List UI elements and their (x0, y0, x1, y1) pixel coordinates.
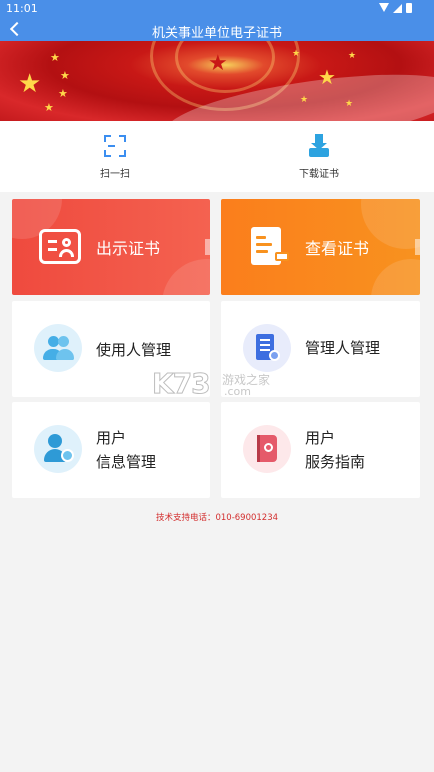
star-icon: ★ (60, 69, 70, 82)
status-time: 11:01 (6, 2, 38, 15)
user-info-line-1: 用户 (96, 429, 127, 447)
banner-image: ★ ★ ★ ★ ★ ★ ★ ★ ★ ★ ★ (0, 41, 434, 121)
star-icon: ★ (18, 69, 42, 99)
watermark-domain: .com (224, 385, 251, 398)
battery-icon (406, 3, 412, 13)
status-icons (379, 3, 412, 13)
star-icon: ★ (318, 65, 336, 89)
show-certificate-label: 出示证书 (96, 239, 161, 258)
card-side-tab (415, 239, 420, 255)
service-guide-line-1: 用户 (305, 429, 336, 447)
wifi-icon (379, 3, 389, 13)
view-certificate-card[interactable]: 查看证书 (221, 199, 420, 295)
users-icon (34, 324, 82, 372)
id-card-icon (39, 229, 81, 264)
card-decoration (162, 259, 210, 295)
watermark-logo: K73 (152, 367, 212, 401)
scan-icon (102, 133, 128, 159)
service-guide-label: 用户 服务指南 (305, 426, 365, 474)
service-guide-card[interactable]: 用户 服务指南 (221, 402, 420, 498)
star-icon: ★ (208, 51, 228, 76)
star-icon: ★ (50, 51, 60, 64)
admin-management-label: 管理人管理 (305, 339, 381, 357)
user-info-label: 用户 信息管理 (96, 426, 156, 474)
card-side-tab (205, 239, 210, 255)
manager-icon (243, 324, 291, 372)
view-certificate-label: 查看证书 (305, 239, 370, 258)
service-guide-line-2: 服务指南 (305, 453, 366, 471)
nav-bar: 机关事业单位电子证书 (0, 18, 434, 41)
status-bar: 11:01 (0, 0, 434, 18)
star-icon: ★ (58, 87, 68, 100)
star-icon: ★ (300, 95, 309, 105)
show-certificate-card[interactable]: 出示证书 (12, 199, 210, 295)
user-info-line-2: 信息管理 (96, 453, 157, 471)
user-management-label: 使用人管理 (96, 341, 172, 359)
scan-label: 扫一扫 (100, 169, 130, 180)
download-certificate-button[interactable]: 下载证书 (274, 131, 364, 180)
scan-button[interactable]: 扫一扫 (70, 131, 160, 180)
card-decoration (361, 199, 420, 249)
toolbar: 扫一扫 下载证书 (0, 121, 434, 192)
star-icon: ★ (292, 49, 301, 59)
guide-book-icon (243, 425, 291, 473)
user-info-icon (34, 425, 82, 473)
user-info-card[interactable]: 用户 信息管理 (12, 402, 210, 498)
star-icon: ★ (345, 99, 354, 109)
card-decoration (371, 259, 420, 295)
support-phone[interactable]: 技术支持电话：010-69001234 (0, 511, 434, 523)
watermark: K73 游戏之家 .com (152, 367, 282, 403)
page-title: 机关事业单位电子证书 (151, 26, 282, 41)
star-icon: ★ (348, 51, 357, 61)
star-icon: ★ (44, 101, 54, 114)
download-icon (306, 133, 332, 159)
document-icon (251, 227, 289, 265)
download-label: 下载证书 (299, 169, 339, 180)
signal-icon (393, 3, 402, 13)
